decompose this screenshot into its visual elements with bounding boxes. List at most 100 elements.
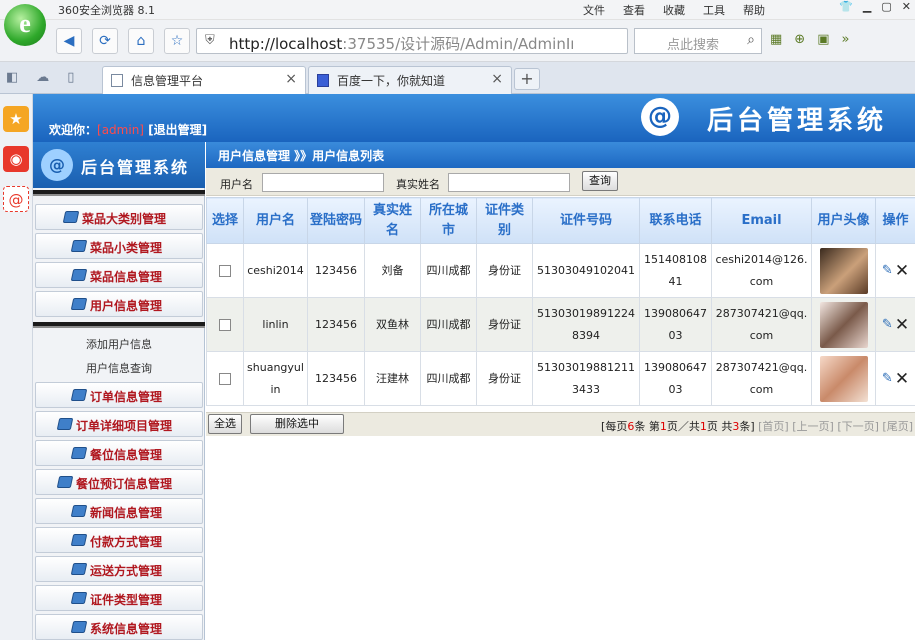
admin-banner: 欢迎你：[admin] [退出管理] @ 后台管理系统 [33,94,915,142]
edit-icon[interactable]: ✎ [882,368,893,390]
extension-icon[interactable]: ▣ [817,32,829,47]
menu-help[interactable]: 帮助 [743,2,765,18]
select-all-button[interactable]: 全选 [208,414,242,434]
next-page-link[interactable]: [下一页] [837,420,879,433]
table-header-row: 选择 用户名 登陆密码 真实姓名 所在城市 证件类别 证件号码 联系电话 Ema… [206,197,915,244]
menu-payment[interactable]: 付款方式管理 [35,527,203,553]
tab-label: 百度一下，你就知道 [337,74,446,88]
address-bar[interactable]: ⛨ http://localhost:37535/设计源码/Admin/Admi… [196,28,628,54]
menu-seat-booking[interactable]: 餐位预订信息管理 [35,469,203,495]
menu-order-info[interactable]: 订单信息管理 [35,382,203,408]
prev-page-link[interactable]: [上一页] [792,420,834,433]
main-content: 用户信息管理 》》用户信息列表 用户名 真实姓名 查询 选择 用户名 登陆密码 … [206,142,915,640]
pager: [每页6条 第1页／共1页 共3条] [首页] [上一页] [下一页] [尾页] [601,420,913,433]
window-controls: 👕 ▁ ▢ ✕ [839,0,911,13]
cell-username: shuangyulin [243,351,308,406]
menu-tools[interactable]: 工具 [703,2,725,18]
menu-shipping[interactable]: 运送方式管理 [35,556,203,582]
sub-query-user[interactable]: 用户信息查询 [33,357,205,377]
menu-dish-category[interactable]: 菜品大类别管理 [35,204,203,230]
page-icon [111,74,123,87]
back-icon[interactable]: ◀ [56,28,82,54]
more-icon[interactable]: » [842,32,850,47]
cell-idtype: 身份证 [476,297,533,352]
username-input[interactable] [262,173,384,192]
close-tab-icon[interactable]: × [285,71,297,87]
cell-realname: 双鱼林 [364,297,421,352]
brand-title: 后台管理系统 [706,106,887,136]
brand-at-icon: @ [641,98,679,136]
menu-file[interactable]: 文件 [583,2,605,18]
maximize-icon[interactable]: ▢ [881,0,891,13]
cell-city: 四川成都 [420,243,477,298]
menu-id-type[interactable]: 证件类型管理 [35,585,203,611]
menu-favorites[interactable]: 收藏 [663,2,685,18]
row-checkbox[interactable] [219,372,231,385]
first-page-link[interactable]: [首页] [758,420,789,433]
search-box[interactable]: 点此搜索 ⌕ [634,28,762,54]
security-icon[interactable]: ⊕ [794,32,805,47]
edit-icon[interactable]: ✎ [882,314,893,336]
search-icon[interactable]: ⌕ [747,32,755,48]
cell-city: 四川成都 [420,297,477,352]
tab-info-platform[interactable]: 信息管理平台 × [102,66,306,94]
table-row: shuangyulin 123456 汪建林 四川成都 身份证 51303019… [206,351,915,406]
menu-news-info[interactable]: 新闻信息管理 [35,498,203,524]
cell-password: 123456 [307,297,365,352]
menu-user-info[interactable]: 用户信息管理 [35,291,203,317]
home-icon[interactable]: ⌂ [128,28,154,54]
delete-icon[interactable]: ✕ [895,314,909,336]
menu-icon [70,621,88,633]
menu-icon [62,211,80,223]
user-table: 选择 用户名 登陆密码 真实姓名 所在城市 证件类别 证件号码 联系电话 Ema… [206,197,915,406]
row-checkbox[interactable] [219,318,231,331]
edit-icon[interactable]: ✎ [882,260,893,282]
col-phone: 联系电话 [639,197,712,244]
delete-selected-button[interactable]: 删除选中 [250,414,344,434]
phone-icon[interactable]: ▯ [67,70,74,85]
cell-password: 123456 [307,351,365,406]
admin-user: [admin] [97,123,144,137]
menu-dish-info[interactable]: 菜品信息管理 [35,262,203,288]
menu-dish-subcategory[interactable]: 菜品小类管理 [35,233,203,259]
last-page-link[interactable]: [尾页] [882,420,913,433]
cell-realname: 汪建林 [364,351,421,406]
close-tab-icon[interactable]: × [491,71,503,87]
col-select: 选择 [206,197,244,244]
divider [33,322,205,328]
skin-icon[interactable]: 👕 [839,0,853,13]
menu-icon [70,240,88,252]
sidebar-toggle-icon[interactable]: ◧ [6,70,18,85]
star-icon[interactable]: ☆ [164,28,190,54]
weibo-icon[interactable]: ◉ [3,146,29,172]
tab-baidu[interactable]: 百度一下，你就知道 × [308,66,512,94]
close-window-icon[interactable]: ✕ [902,0,911,13]
refresh-icon[interactable]: ⟳ [92,28,118,54]
browser-title: 360安全浏览器 8.1 [58,4,155,17]
menu-order-detail[interactable]: 订单详细项目管理 [35,411,203,437]
menu-system-info[interactable]: 系统信息管理 [35,614,203,640]
menu-icon [70,447,88,459]
cell-idno: 513030198812113433 [532,351,640,406]
favorite-star-icon[interactable]: ★ [3,106,29,132]
logout-link[interactable]: [退出管理] [148,123,207,137]
row-checkbox[interactable] [219,264,231,277]
menu-seat-info[interactable]: 餐位信息管理 [35,440,203,466]
mail-icon[interactable]: @ [3,186,29,212]
apps-icon[interactable]: ▦ [770,32,782,47]
cloud-icon[interactable]: ☁ [36,70,49,85]
delete-icon[interactable]: ✕ [895,260,909,282]
tab-bar: ◧ ☁ ▯ 信息管理平台 × 百度一下，你就知道 × + [0,62,915,94]
col-realname: 真实姓名 [364,197,421,244]
cell-idtype: 身份证 [476,351,533,406]
sub-add-user[interactable]: 添加用户信息 [33,333,205,353]
cell-email: ceshi2014@126.com [711,243,812,298]
minimize-icon[interactable]: ▁ [863,0,871,13]
query-button[interactable]: 查询 [582,171,618,191]
menu-view[interactable]: 查看 [623,2,645,18]
realname-input[interactable] [448,173,570,192]
baidu-icon [317,74,329,87]
username-label: 用户名 [220,178,253,191]
new-tab-icon[interactable]: + [514,68,540,90]
delete-icon[interactable]: ✕ [895,368,909,390]
